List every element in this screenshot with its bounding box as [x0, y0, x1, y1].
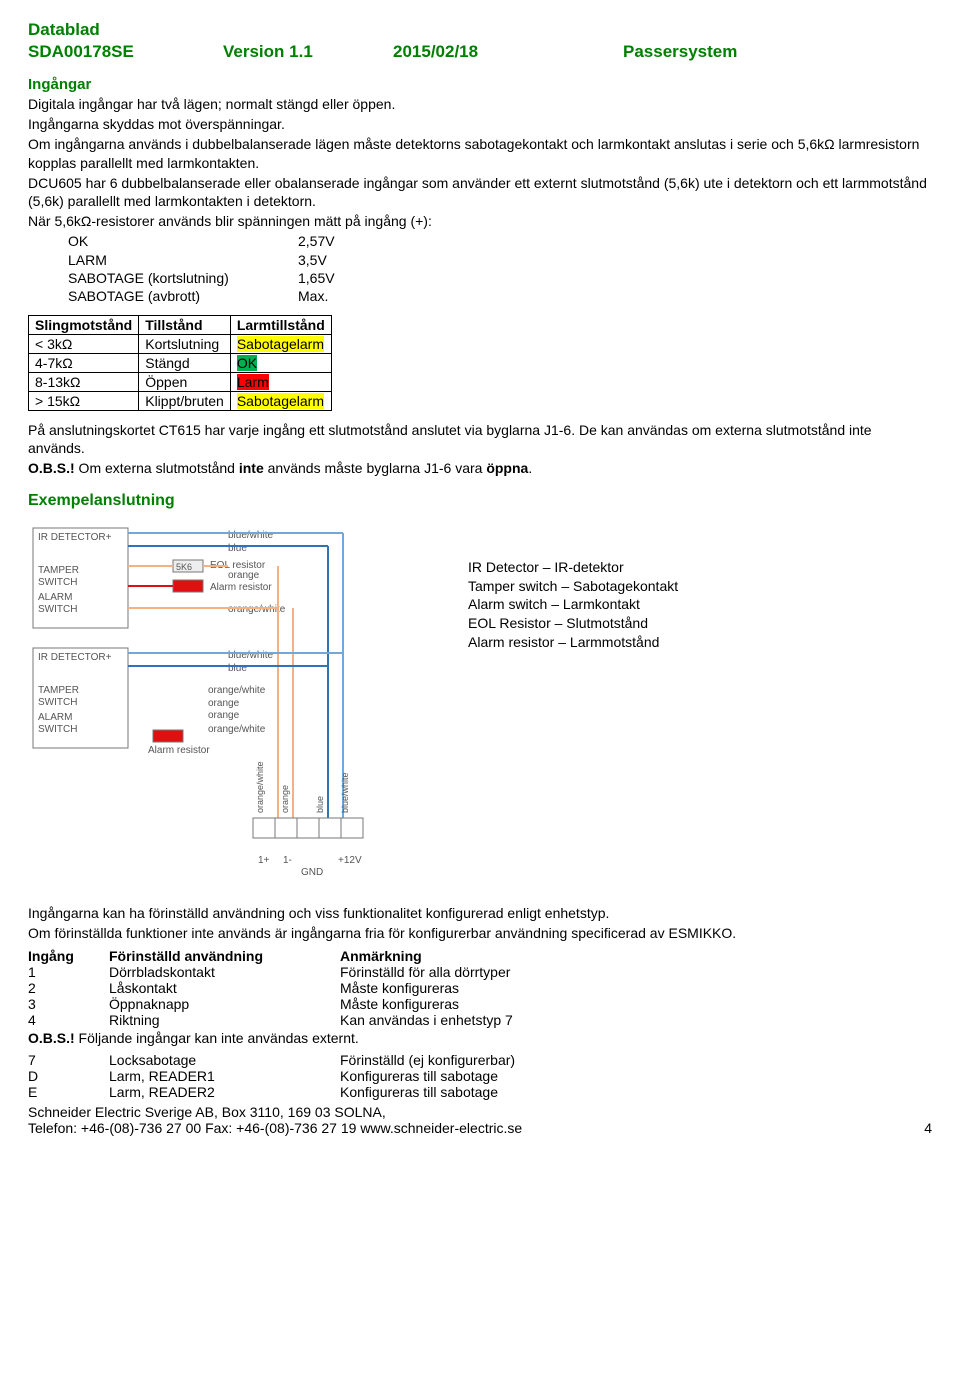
- measure-larm: LARM3,5V: [68, 251, 932, 269]
- preconf-p2: Om förinställda funktioner inte används …: [28, 924, 932, 942]
- inputs-p2: Ingångarna skyddas mot överspänningar.: [28, 115, 932, 133]
- svg-text:IR DETECTOR+: IR DETECTOR+: [38, 532, 112, 543]
- header-version: Version 1.1: [223, 42, 393, 62]
- state-th-1: Tillstånd: [139, 316, 231, 335]
- table-row: < 3kΩ Kortslutning Sabotagelarm: [29, 335, 332, 354]
- svg-text:SWITCH: SWITCH: [38, 724, 77, 735]
- inputs-table: Ingång Förinställd användning Anmärkning…: [28, 948, 519, 1028]
- legend-item: EOL Resistor – Slutmotstånd: [468, 614, 678, 633]
- svg-text:orange: orange: [208, 698, 240, 709]
- svg-text:blue: blue: [228, 663, 247, 674]
- svg-text:SWITCH: SWITCH: [38, 604, 77, 615]
- svg-text:Alarm resistor: Alarm resistor: [148, 745, 210, 756]
- svg-text:orange/white: orange/white: [255, 761, 265, 813]
- table-row: > 15kΩ Klippt/bruten Sabotagelarm: [29, 392, 332, 411]
- page-number: 4: [924, 1120, 932, 1136]
- inputs-th-2: Anmärkning: [340, 948, 519, 964]
- svg-text:blue: blue: [315, 796, 325, 813]
- legend: IR Detector – IR-detektor Tamper switch …: [468, 558, 678, 652]
- legend-item: Alarm resistor – Larmmotstånd: [468, 633, 678, 652]
- svg-text:orange: orange: [208, 710, 240, 721]
- svg-text:blue/white: blue/white: [340, 772, 350, 813]
- measure-sab-short: SABOTAGE (kortslutning)1,65V: [68, 269, 932, 287]
- state-th-2: Larmtillstånd: [230, 316, 331, 335]
- svg-text:orange: orange: [228, 570, 260, 581]
- state-table: Slingmotstånd Tillstånd Larmtillstånd < …: [28, 315, 332, 411]
- inputs-p4: DCU605 har 6 dubbelbalanserade eller oba…: [28, 174, 932, 210]
- section-inputs-title: Ingångar: [28, 76, 932, 93]
- svg-text:SWITCH: SWITCH: [38, 577, 77, 588]
- svg-text:ALARM: ALARM: [38, 592, 72, 603]
- preconf-p1: Ingångarna kan ha förinställd användning…: [28, 904, 932, 922]
- after-table-p1: På anslutningskortet CT615 har varje ing…: [28, 421, 932, 457]
- svg-text:TAMPER: TAMPER: [38, 565, 79, 576]
- footer-line-1: Schneider Electric Sverige AB, Box 3110,…: [28, 1104, 932, 1120]
- svg-text:Alarm resistor: Alarm resistor: [210, 582, 272, 593]
- example-title: Exempelanslutning: [28, 492, 932, 510]
- table-row: 4RiktningKan användas i enhetstyp 7: [28, 1012, 519, 1028]
- svg-text:orange: orange: [280, 785, 290, 813]
- inputs-table-2: 7LocksabotageFörinställd (ej konfigurerb…: [28, 1052, 521, 1100]
- svg-text:blue: blue: [228, 543, 247, 554]
- inputs-th-1: Förinställd användning: [109, 948, 340, 964]
- legend-item: Tamper switch – Sabotagekontakt: [468, 577, 678, 596]
- svg-text:IR DETECTOR+: IR DETECTOR+: [38, 652, 112, 663]
- state-th-0: Slingmotstånd: [29, 316, 139, 335]
- svg-text:5K6: 5K6: [176, 562, 192, 572]
- svg-text:1-: 1-: [283, 855, 292, 866]
- svg-text:+12V: +12V: [338, 855, 362, 866]
- header-meta: SDA00178SE Version 1.1 2015/02/18 Passer…: [28, 42, 932, 62]
- svg-text:GND: GND: [301, 867, 323, 878]
- table-row: ELarm, READER2Konfigureras till sabotage: [28, 1084, 521, 1100]
- inputs-p5: När 5,6kΩ-resistorer används blir spänni…: [28, 212, 932, 230]
- footer-line-2: Telefon: +46-(08)-736 27 00 Fax: +46-(08…: [28, 1120, 522, 1136]
- svg-text:orange/white: orange/white: [208, 724, 266, 735]
- inputs-p3: Om ingångarna används i dubbelbalanserad…: [28, 135, 932, 171]
- table-row: 8-13kΩ Öppen Larm: [29, 373, 332, 392]
- table-row: 7LocksabotageFörinställd (ej konfigurerb…: [28, 1052, 521, 1068]
- after-table-obs: O.B.S.! Om externa slutmotstånd inte anv…: [28, 459, 932, 477]
- svg-text:blue/white: blue/white: [228, 650, 273, 661]
- svg-text:blue/white: blue/white: [228, 530, 273, 541]
- svg-text:orange/white: orange/white: [208, 685, 266, 696]
- legend-item: IR Detector – IR-detektor: [468, 558, 678, 577]
- header-code: SDA00178SE: [28, 42, 223, 62]
- preconf-obs: O.B.S.! Följande ingångar kan inte använ…: [28, 1030, 932, 1046]
- svg-text:ALARM: ALARM: [38, 712, 72, 723]
- measure-ok: OK2,57V: [68, 232, 932, 250]
- wiring-diagram: IR DETECTOR+ TAMPER SWITCH ALARM SWITCH …: [28, 518, 448, 888]
- legend-item: Alarm switch – Larmkontakt: [468, 595, 678, 614]
- measure-sab-open: SABOTAGE (avbrott)Max.: [68, 287, 932, 305]
- table-row: 3ÖppnaknappMåste konfigureras: [28, 996, 519, 1012]
- header-date: 2015/02/18: [393, 42, 623, 62]
- header-title: Datablad: [28, 20, 932, 40]
- inputs-p1: Digitala ingångar har två lägen; normalt…: [28, 95, 932, 113]
- svg-text:SWITCH: SWITCH: [38, 697, 77, 708]
- table-row: 2LåskontaktMåste konfigureras: [28, 980, 519, 996]
- measure-list: OK2,57V LARM3,5V SABOTAGE (kortslutning)…: [28, 232, 932, 305]
- svg-text:1+: 1+: [258, 855, 270, 866]
- table-row: DLarm, READER1Konfigureras till sabotage: [28, 1068, 521, 1084]
- header-system: Passersystem: [623, 42, 737, 62]
- inputs-th-0: Ingång: [28, 948, 109, 964]
- table-row: 1DörrbladskontaktFörinställd för alla dö…: [28, 964, 519, 980]
- footer: Schneider Electric Sverige AB, Box 3110,…: [28, 1104, 932, 1136]
- svg-text:TAMPER: TAMPER: [38, 685, 79, 696]
- table-row: 4-7kΩ Stängd OK: [29, 354, 332, 373]
